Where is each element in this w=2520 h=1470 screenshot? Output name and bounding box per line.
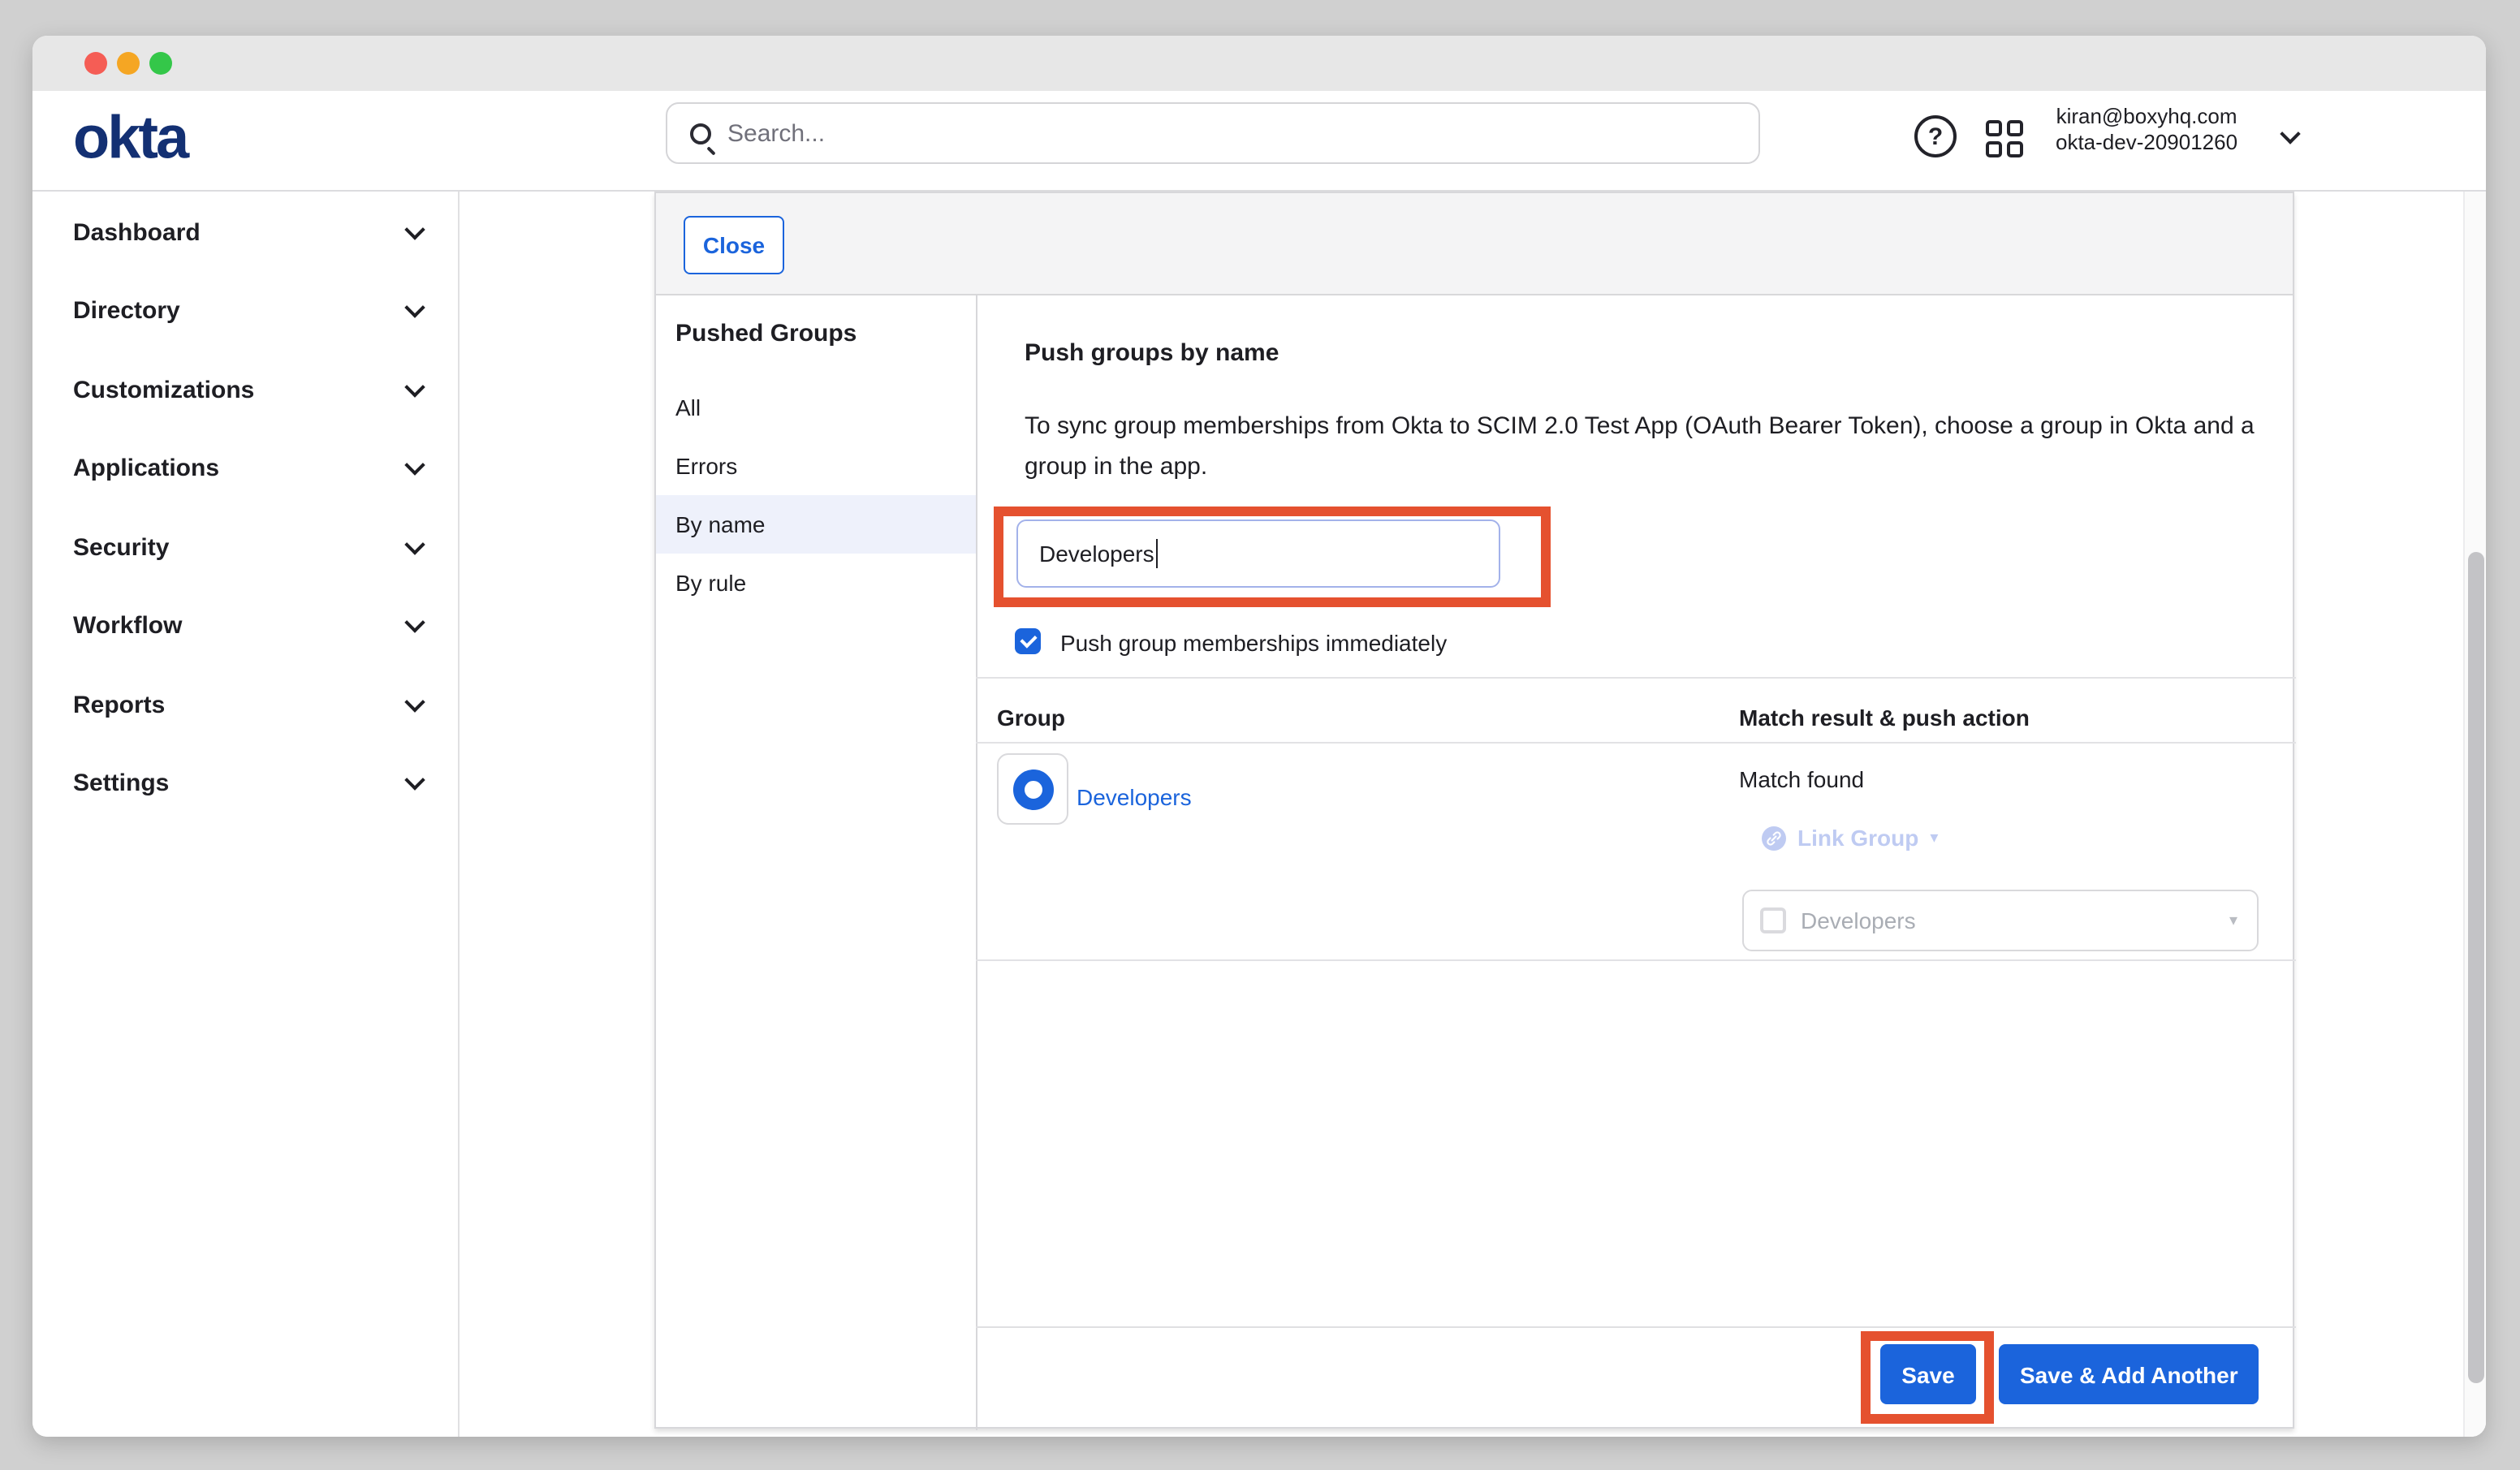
link-group-button[interactable]: Link Group ▾ bbox=[1762, 825, 1938, 851]
subnav-item-by-rule[interactable]: By rule bbox=[656, 554, 976, 612]
link-icon bbox=[1762, 826, 1786, 850]
caret-down-icon: ▾ bbox=[1930, 830, 1938, 847]
help-icon[interactable]: ? bbox=[1914, 115, 1957, 157]
chevron-down-icon bbox=[404, 298, 425, 318]
target-group-select[interactable]: Developers ▾ bbox=[1742, 890, 2259, 951]
window-titlebar bbox=[32, 36, 2486, 91]
account-org: okta-dev-20901260 bbox=[2056, 129, 2237, 154]
save-button[interactable]: Save bbox=[1880, 1344, 1976, 1404]
window-zoom-button[interactable] bbox=[149, 52, 172, 75]
sidebar: Dashboard Directory Customizations Appli… bbox=[32, 192, 460, 1437]
sidebar-item-security[interactable]: Security bbox=[32, 508, 458, 587]
group-placeholder-icon bbox=[1760, 907, 1786, 933]
chevron-down-icon bbox=[404, 534, 425, 554]
group-name-link[interactable]: Developers bbox=[1077, 784, 1192, 810]
column-header-group: Group bbox=[997, 705, 1065, 731]
close-button[interactable]: Close bbox=[684, 216, 784, 274]
subnav-item-by-name[interactable]: By name bbox=[656, 495, 976, 554]
save-and-add-another-button[interactable]: Save & Add Another bbox=[1999, 1344, 2259, 1404]
page-title: Push groups by name bbox=[1025, 339, 1279, 367]
group-icon bbox=[1012, 769, 1053, 809]
subnav-item-errors[interactable]: Errors bbox=[656, 437, 976, 495]
pushed-groups-subnav: All Errors By name By rule bbox=[656, 378, 976, 612]
app-body: Dashboard Directory Customizations Appli… bbox=[32, 192, 2486, 1437]
window-minimize-button[interactable] bbox=[117, 52, 140, 75]
subnav-item-all[interactable]: All bbox=[656, 378, 976, 437]
match-status-text: Match found bbox=[1739, 766, 1864, 792]
push-groups-panel: Close Pushed Groups All Errors By name B… bbox=[654, 192, 2294, 1429]
panel-toolbar: Close bbox=[656, 193, 2293, 295]
sidebar-item-directory[interactable]: Directory bbox=[32, 272, 458, 351]
scrollbar bbox=[2463, 192, 2486, 1437]
group-avatar bbox=[997, 753, 1068, 825]
sidebar-item-settings[interactable]: Settings bbox=[32, 744, 458, 823]
scrollbar-thumb[interactable] bbox=[2468, 552, 2484, 1383]
browser-window: okta ? kiran@boxyhq.com okta-dev-2090126… bbox=[32, 36, 2486, 1437]
sidebar-item-dashboard[interactable]: Dashboard bbox=[32, 193, 458, 272]
description-text: To sync group memberships from Okta to S… bbox=[1025, 406, 2291, 487]
sidebar-item-customizations[interactable]: Customizations bbox=[32, 351, 458, 429]
search-icon bbox=[690, 123, 711, 144]
sidebar-item-workflow[interactable]: Workflow bbox=[32, 587, 458, 666]
caret-down-icon: ▾ bbox=[2229, 912, 2237, 929]
column-header-match-result: Match result & push action bbox=[1739, 705, 2030, 731]
subnav-title: Pushed Groups bbox=[675, 320, 857, 347]
chevron-down-icon bbox=[404, 770, 425, 791]
desktop: okta ? kiran@boxyhq.com okta-dev-2090126… bbox=[0, 0, 2520, 1470]
push-immediately-label: Push group memberships immediately bbox=[1060, 630, 1447, 656]
window-close-button[interactable] bbox=[84, 52, 107, 75]
okta-logo: okta bbox=[73, 104, 187, 172]
group-name-input[interactable]: Developers bbox=[1016, 519, 1500, 588]
sidebar-item-applications[interactable]: Applications bbox=[32, 429, 458, 508]
chevron-down-icon bbox=[404, 692, 425, 712]
account-menu[interactable]: kiran@boxyhq.com okta-dev-20901260 bbox=[2056, 104, 2237, 154]
divider bbox=[976, 959, 2296, 961]
app-header: okta ? kiran@boxyhq.com okta-dev-2090126… bbox=[32, 91, 2486, 192]
push-immediately-checkbox[interactable] bbox=[1015, 628, 1041, 654]
divider bbox=[976, 742, 2296, 744]
divider bbox=[976, 677, 2296, 679]
chevron-down-icon bbox=[404, 613, 425, 633]
divider bbox=[976, 295, 977, 1430]
chevron-down-icon bbox=[404, 455, 425, 476]
chevron-down-icon bbox=[404, 219, 425, 239]
text-cursor bbox=[1156, 539, 1159, 568]
search-input[interactable] bbox=[727, 119, 1758, 147]
account-email: kiran@boxyhq.com bbox=[2056, 104, 2237, 129]
chevron-down-icon bbox=[404, 377, 425, 397]
sidebar-item-reports[interactable]: Reports bbox=[32, 666, 458, 744]
apps-grid-icon[interactable] bbox=[1986, 120, 2028, 159]
global-search[interactable] bbox=[666, 102, 1760, 164]
footer-divider bbox=[976, 1326, 2296, 1328]
account-chevron-down-icon[interactable] bbox=[2280, 123, 2300, 144]
